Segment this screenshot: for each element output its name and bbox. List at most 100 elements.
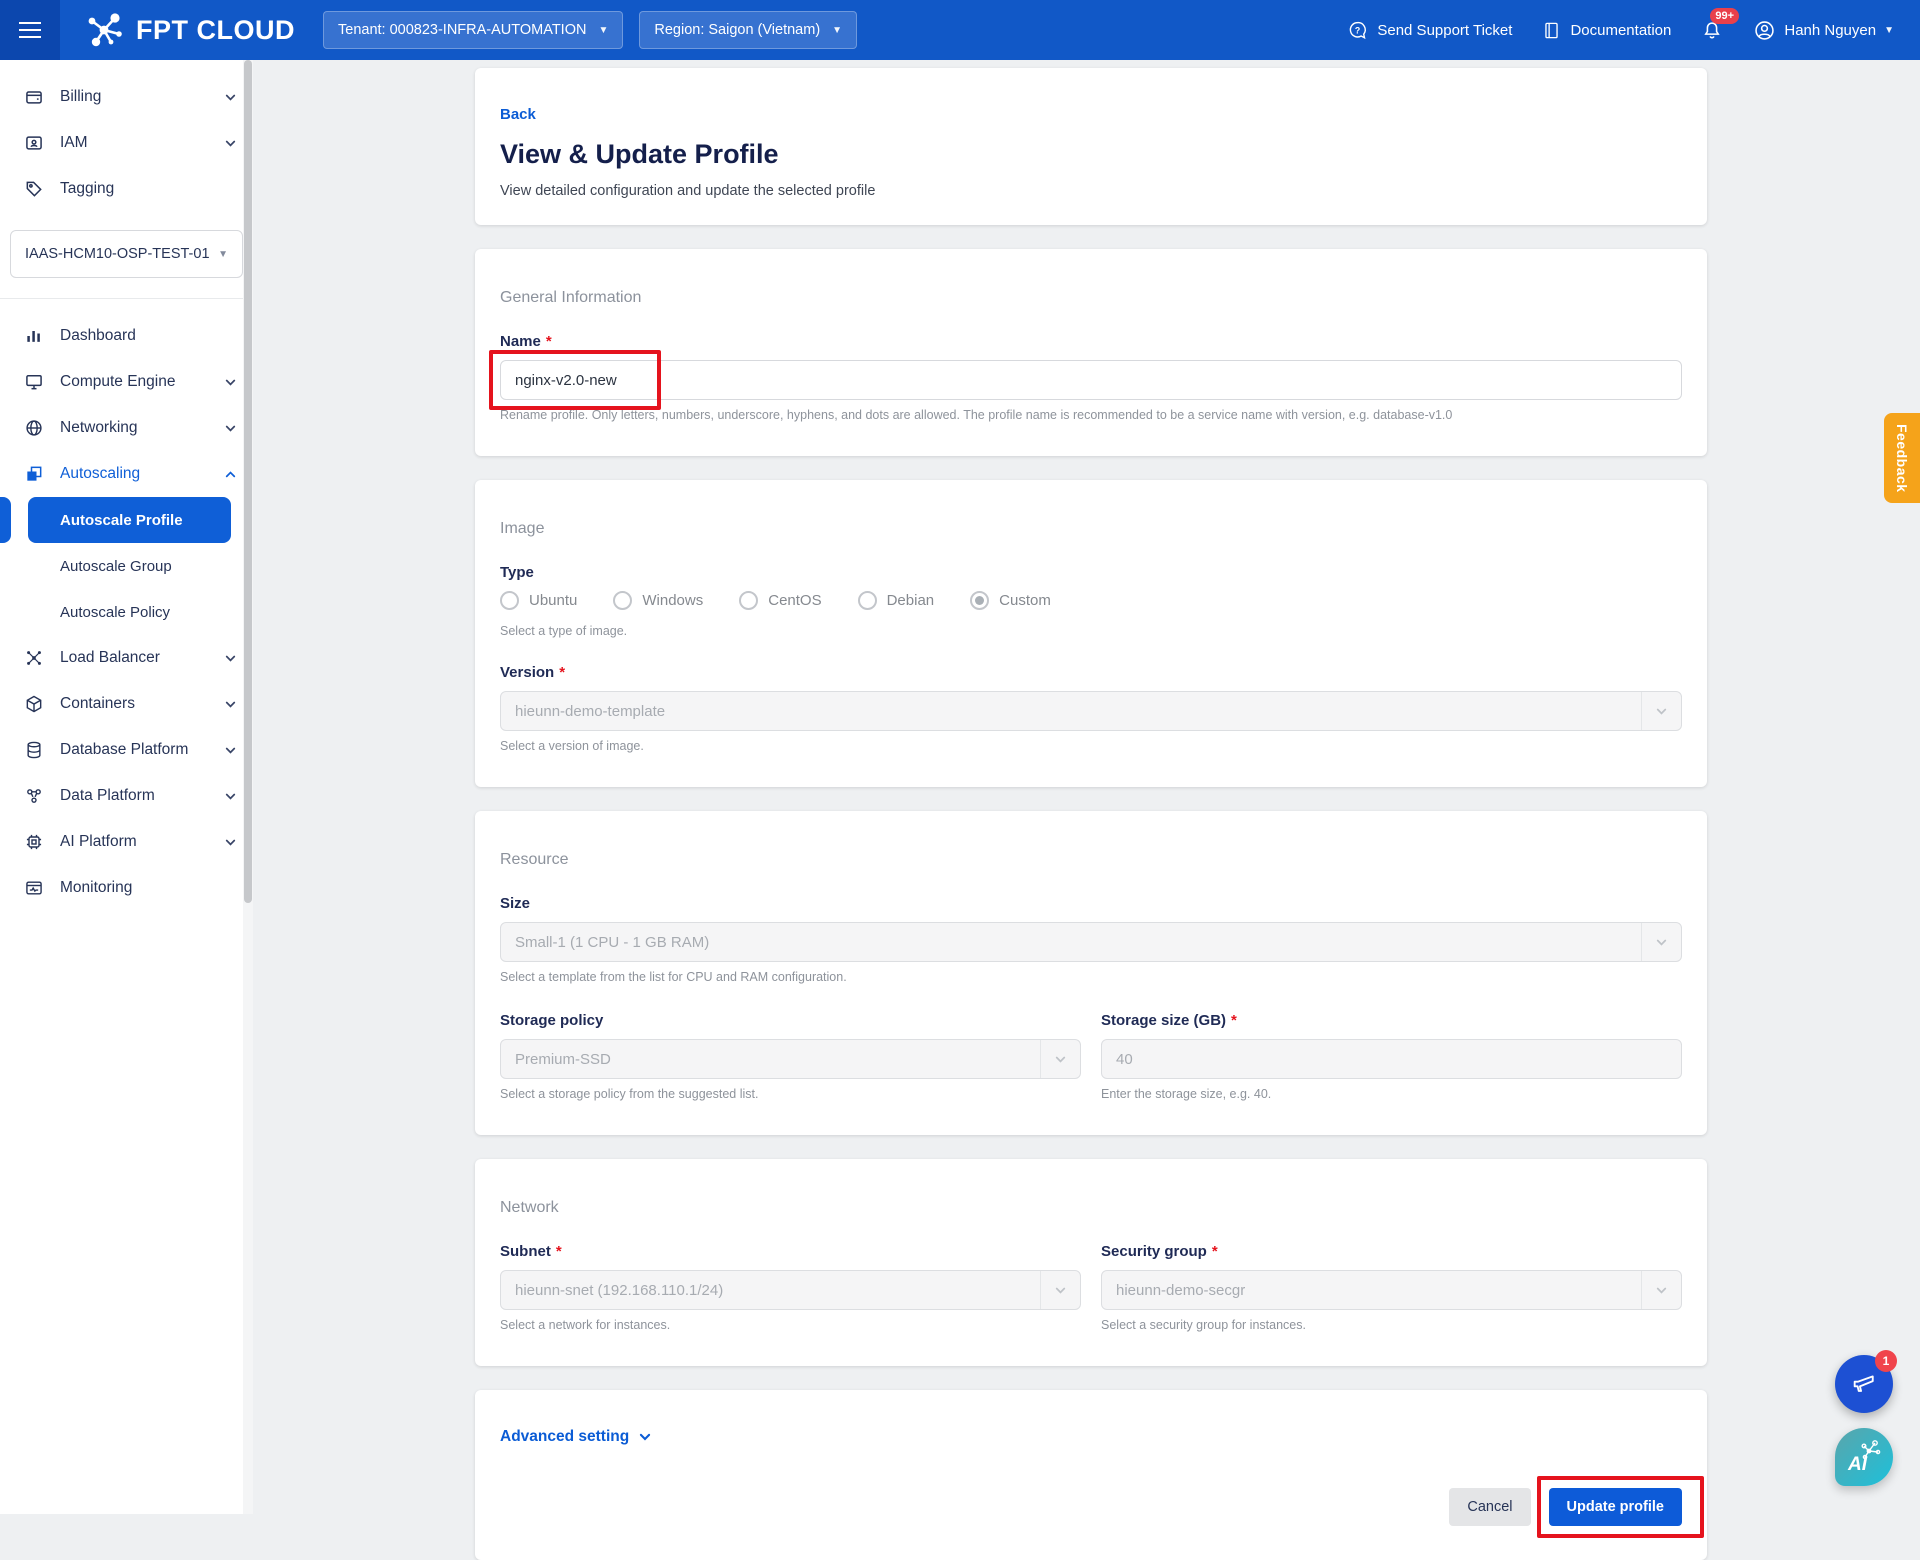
sidebar-item-label: Autoscale Group — [60, 558, 172, 575]
storage-size-input[interactable] — [1101, 1039, 1682, 1079]
radio-ubuntu[interactable]: Ubuntu — [500, 591, 577, 610]
subnet-field: Subnet * hieunn-snet (192.168.110.1/24) … — [500, 1243, 1081, 1332]
radio-label: CentOS — [768, 592, 821, 609]
page-subtitle: View detailed configuration and update t… — [500, 183, 1682, 199]
scrollbar-thumb[interactable] — [244, 60, 252, 903]
page-header-card: Back View & Update Profile View detailed… — [475, 68, 1707, 225]
sidebar-item-data-platform[interactable]: Data Platform — [0, 773, 253, 819]
autoscaling-icon — [24, 464, 44, 484]
storage-size-label: Storage size (GB) * — [1101, 1012, 1682, 1029]
chevron-down-icon — [224, 744, 237, 757]
sidebar-item-label: Tagging — [60, 180, 237, 198]
chevron-down-icon — [224, 137, 237, 150]
radio-label: Debian — [887, 592, 935, 609]
sidebar-item-database-platform[interactable]: Database Platform — [0, 727, 253, 773]
region-dropdown[interactable]: Region: Saigon (Vietnam) ▼ — [639, 11, 857, 49]
radio-debian[interactable]: Debian — [858, 591, 935, 610]
section-heading: Network — [500, 1199, 1682, 1217]
image-type-radio-group: Ubuntu Windows CentOS Debian Custom — [500, 591, 1682, 610]
footer-actions-card: Advanced setting Cancel Update profile — [475, 1390, 1707, 1560]
brand-logo[interactable]: FPT CLOUD — [84, 11, 295, 49]
sidebar-item-billing[interactable]: Billing — [0, 74, 253, 120]
advanced-setting-toggle[interactable]: Advanced setting — [500, 1428, 652, 1446]
sidebar-item-label: Autoscaling — [60, 465, 224, 483]
sidebar-item-load-balancer[interactable]: Load Balancer — [0, 635, 253, 681]
update-profile-button[interactable]: Update profile — [1549, 1488, 1682, 1526]
required-asterisk: * — [559, 664, 565, 681]
size-select[interactable]: Small-1 (1 CPU - 1 GB RAM) — [500, 922, 1682, 962]
hamburger-menu-button[interactable] — [0, 0, 60, 60]
ai-platform-icon — [24, 832, 44, 852]
active-nav-fragment — [0, 497, 11, 543]
radio-centos[interactable]: CentOS — [739, 591, 821, 610]
sidebar-item-dashboard[interactable]: Dashboard — [0, 313, 253, 359]
documentation-link[interactable]: Documentation — [1542, 20, 1671, 41]
profile-name-input[interactable] — [500, 360, 1682, 400]
monitoring-icon — [24, 878, 44, 898]
documentation-label: Documentation — [1570, 22, 1671, 39]
send-support-ticket-label: Send Support Ticket — [1377, 22, 1512, 39]
chevron-down-icon — [1641, 923, 1681, 961]
chevron-down-icon — [1641, 1271, 1681, 1309]
section-heading: Image — [500, 520, 1682, 538]
sidebar-divider — [0, 298, 253, 299]
sidebar-item-networking[interactable]: Networking — [0, 405, 253, 451]
sidebar-item-label: Monitoring — [60, 879, 237, 897]
sidebar-item-label: Networking — [60, 419, 224, 437]
resource-card: Resource Size Small-1 (1 CPU - 1 GB RAM)… — [475, 811, 1707, 1135]
chevron-down-icon — [224, 836, 237, 849]
radio-circle-icon — [613, 591, 632, 610]
sidebar-item-label: Billing — [60, 88, 224, 106]
send-support-ticket-link[interactable]: ? Send Support Ticket — [1347, 20, 1512, 41]
image-card: Image Type Ubuntu Windows CentOS — [475, 480, 1707, 787]
subnet-select[interactable]: hieunn-snet (192.168.110.1/24) — [500, 1270, 1081, 1310]
cancel-button[interactable]: Cancel — [1449, 1488, 1530, 1526]
tenant-dropdown[interactable]: Tenant: 000823-INFRA-AUTOMATION ▼ — [323, 11, 623, 49]
sidebar-item-tagging[interactable]: Tagging — [0, 166, 253, 212]
radio-custom-selected[interactable]: Custom — [970, 591, 1051, 610]
support-chat-icon: ? — [1347, 20, 1368, 41]
tenant-label: Tenant: 000823-INFRA-AUTOMATION — [338, 22, 586, 38]
sidebar-subitem-autoscale-group[interactable]: Autoscale Group — [0, 543, 253, 589]
storage-size-field: Storage size (GB) * Enter the storage si… — [1101, 1012, 1682, 1101]
sidebar-item-monitoring[interactable]: Monitoring — [0, 865, 253, 911]
name-help-text: Rename profile. Only letters, numbers, u… — [500, 408, 1682, 422]
sidebar-subitem-autoscale-policy[interactable]: Autoscale Policy — [0, 589, 253, 635]
back-link[interactable]: Back — [500, 106, 536, 123]
ai-label: AI — [1848, 1454, 1867, 1476]
database-platform-icon — [24, 740, 44, 760]
ai-assistant-button[interactable]: AI — [1835, 1428, 1893, 1486]
sidebar-scrollbar[interactable] — [243, 60, 253, 1514]
sidebar-item-compute-engine[interactable]: Compute Engine — [0, 359, 253, 405]
notifications-button[interactable]: 99+ — [1701, 18, 1723, 42]
select-value: hieunn-snet (192.168.110.1/24) — [501, 1282, 737, 1299]
version-help-text: Select a version of image. — [500, 739, 1682, 753]
user-avatar-icon — [1753, 19, 1776, 42]
user-menu[interactable]: Hanh Nguyen ▼ — [1753, 19, 1894, 42]
storage-policy-field: Storage policy Premium-SSD Select a stor… — [500, 1012, 1081, 1101]
sidebar-item-autoscaling[interactable]: Autoscaling — [0, 451, 253, 497]
radio-windows[interactable]: Windows — [613, 591, 703, 610]
network-card: Network Subnet * hieunn-snet (192.168.11… — [475, 1159, 1707, 1366]
sidebar-item-iam[interactable]: IAM — [0, 120, 253, 166]
chevron-down-icon — [638, 1430, 652, 1444]
security-group-select[interactable]: hieunn-demo-secgr — [1101, 1270, 1682, 1310]
version-select[interactable]: hieunn-demo-template — [500, 691, 1682, 731]
documentation-book-icon — [1542, 20, 1561, 41]
fpt-logo-icon — [84, 11, 126, 49]
sidebar-item-containers[interactable]: Containers — [0, 681, 253, 727]
sidebar-item-label: AI Platform — [60, 833, 224, 851]
sidebar-subitem-autoscale-profile[interactable]: Autoscale Profile — [28, 497, 231, 543]
project-name: IAAS-HCM10-OSP-TEST-01 — [25, 246, 210, 262]
storage-policy-select[interactable]: Premium-SSD — [500, 1039, 1081, 1079]
sidebar-item-ai-platform[interactable]: AI Platform — [0, 819, 253, 865]
chevron-down-icon — [224, 652, 237, 665]
feedback-tab[interactable]: Feedback — [1884, 413, 1920, 503]
size-help-text: Select a template from the list for CPU … — [500, 970, 1682, 984]
security-group-field: Security group * hieunn-demo-secgr Selec… — [1101, 1243, 1682, 1332]
announcements-button[interactable]: 1 — [1835, 1355, 1893, 1413]
sidebar-item-label: IAM — [60, 134, 224, 152]
load-balancer-icon — [24, 648, 44, 668]
project-selector[interactable]: IAAS-HCM10-OSP-TEST-01 ▼ — [10, 230, 243, 278]
announcement-count-badge: 1 — [1875, 1350, 1897, 1372]
